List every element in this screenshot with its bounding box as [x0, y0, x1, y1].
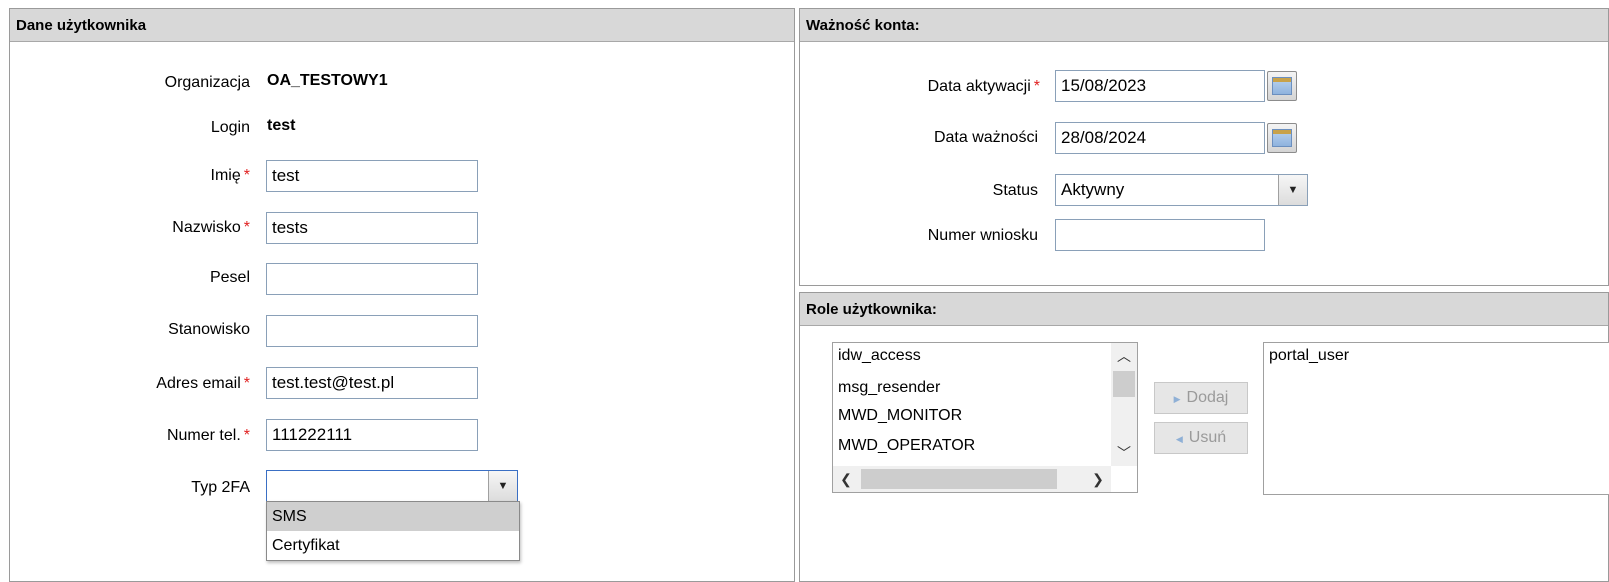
triangle-left-icon: ◀	[1175, 434, 1183, 444]
required-marker: *	[243, 375, 250, 392]
user-roles-panel-header: Role użytkownika:	[800, 293, 1608, 326]
request-number-label: Numer wniosku	[927, 227, 1038, 244]
chevron-right-icon[interactable]: ❯	[1085, 466, 1111, 492]
chevron-down-icon[interactable]: ▼	[488, 471, 517, 501]
required-marker: *	[243, 427, 250, 444]
first-name-input[interactable]: test	[266, 160, 478, 192]
list-item[interactable]: msg_resender	[838, 377, 940, 399]
twofa-option-sms[interactable]: SMS	[267, 502, 519, 531]
activation-date-label: Data aktywacji *	[850, 77, 1040, 97]
position-label: Stanowisko	[168, 321, 250, 338]
horizontal-scrollbar[interactable]: ❮ ❯	[833, 466, 1111, 492]
request-number-input[interactable]	[1055, 219, 1265, 251]
email-input[interactable]: test.test@test.pl	[266, 367, 478, 399]
login-label: Login	[210, 119, 250, 136]
phone-label-text: Numer tel.	[166, 427, 241, 444]
assigned-roles-list[interactable]: portal_user	[1263, 342, 1609, 495]
organization-label: Organizacja	[164, 74, 250, 91]
chevron-down-icon[interactable]: ▼	[1278, 175, 1307, 205]
position-input[interactable]	[266, 315, 478, 347]
required-marker: *	[1033, 78, 1040, 95]
calendar-icon-face	[1272, 77, 1292, 95]
available-roles-list[interactable]: idw_access msg_resender MWD_MONITOR MWD_…	[832, 342, 1138, 493]
status-select-value: Aktywny	[1061, 180, 1125, 199]
chevron-down-icon[interactable]: ﹀	[1111, 440, 1137, 466]
pesel-input[interactable]	[266, 263, 478, 295]
email-label: Adres email *	[100, 374, 250, 394]
twofa-option-certyfikat[interactable]: Certyfikat	[267, 531, 519, 560]
phone-label: Numer tel. *	[100, 426, 250, 446]
user-data-panel-header: Dane użytkownika	[10, 9, 794, 42]
triangle-right-icon: ▶	[1173, 394, 1181, 404]
add-role-button-label: Dodaj	[1186, 389, 1229, 406]
first-name-label-text: Imię	[210, 167, 241, 184]
chevron-up-icon[interactable]: ︿	[1111, 343, 1137, 369]
account-validity-panel-header: Ważność konta:	[800, 9, 1608, 42]
calendar-icon[interactable]	[1267, 123, 1297, 153]
first-name-label: Imię *	[100, 166, 250, 186]
required-marker: *	[243, 167, 250, 184]
list-item[interactable]: MWD_OPERATOR	[838, 435, 975, 457]
last-name-input[interactable]: tests	[266, 212, 478, 244]
calendar-icon-face	[1272, 129, 1292, 147]
expiry-date-input[interactable]: 28/08/2024	[1055, 122, 1265, 154]
twofa-label: Typ 2FA	[191, 479, 250, 496]
activation-date-input[interactable]: 15/08/2023	[1055, 70, 1265, 102]
status-label: Status	[992, 182, 1038, 199]
pesel-label: Pesel	[209, 269, 250, 286]
list-item[interactable]: portal_user	[1269, 345, 1349, 367]
phone-input[interactable]: 111222111	[266, 419, 478, 451]
organization-value: OA_TESTOWY1	[267, 72, 388, 89]
list-item[interactable]: MWD_MONITOR	[838, 405, 962, 427]
scrollbar-thumb[interactable]	[1113, 371, 1135, 397]
vertical-scrollbar[interactable]: ︿ ﹀	[1111, 343, 1137, 466]
last-name-label-text: Nazwisko	[172, 219, 241, 236]
last-name-label: Nazwisko *	[100, 218, 250, 238]
email-label-text: Adres email	[156, 375, 241, 392]
list-item[interactable]: idw_access	[838, 345, 921, 367]
add-role-button[interactable]: ▶ Dodaj	[1154, 382, 1248, 414]
expiry-date-label: Data ważności	[933, 129, 1038, 146]
scrollbar-thumb[interactable]	[861, 469, 1057, 489]
twofa-select[interactable]: ▼	[266, 470, 518, 502]
calendar-icon[interactable]	[1267, 71, 1297, 101]
login-value: test	[267, 117, 296, 134]
activation-date-label-text: Data aktywacji	[927, 78, 1031, 95]
remove-role-button[interactable]: ◀ Usuń	[1154, 422, 1248, 454]
twofa-dropdown-list: SMS Certyfikat	[266, 501, 520, 561]
remove-role-button-label: Usuń	[1188, 429, 1227, 446]
chevron-left-icon[interactable]: ❮	[833, 466, 859, 492]
status-select[interactable]: Aktywny ▼	[1055, 174, 1308, 206]
required-marker: *	[243, 219, 250, 236]
